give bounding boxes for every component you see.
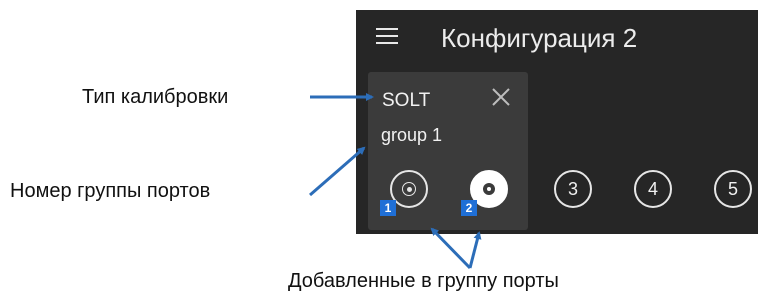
port-2-arrow xyxy=(468,231,482,269)
port-1-arrow xyxy=(430,227,472,270)
port-group-arrow xyxy=(309,146,366,197)
annotation-arrows xyxy=(309,93,482,270)
